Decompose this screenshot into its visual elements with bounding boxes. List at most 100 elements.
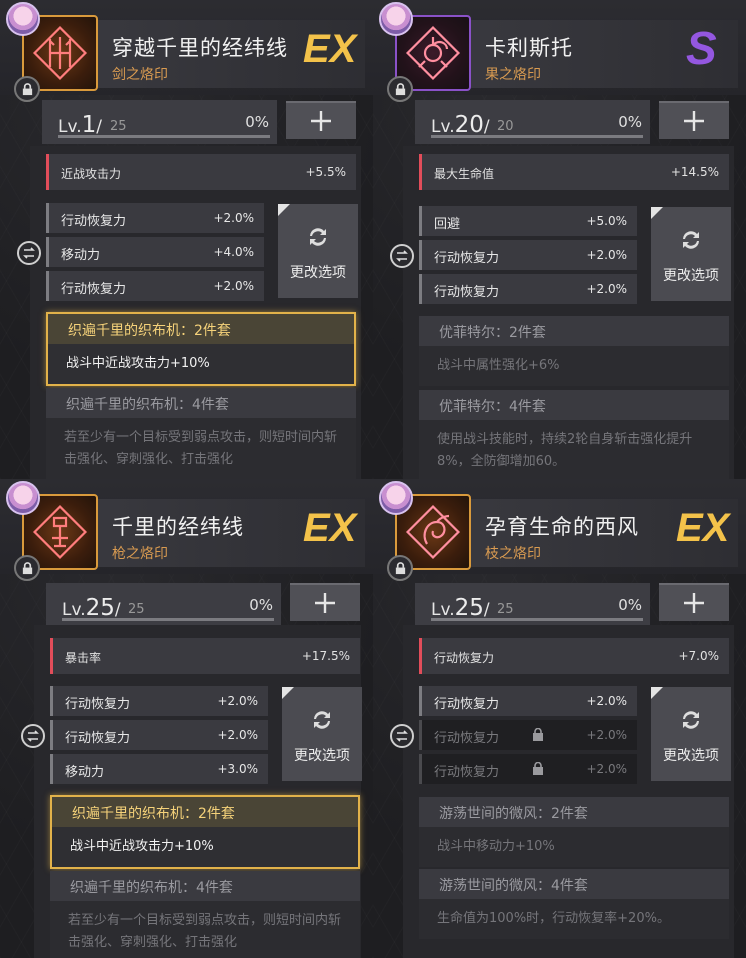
- plus-icon: [684, 111, 704, 131]
- plus-icon: [315, 593, 335, 613]
- set-title: 游荡世间的微风：4件套: [419, 869, 729, 899]
- plus-icon: [311, 111, 331, 131]
- set-effect-4pc: 游荡世间的微风：4件套 生命值为100%时，行动恢复率+20%。: [419, 869, 729, 939]
- swap-icon[interactable]: [390, 724, 414, 748]
- character-avatar[interactable]: [379, 481, 413, 515]
- character-avatar[interactable]: [6, 481, 40, 515]
- sub-stat-name: 行动恢复力: [434, 765, 500, 780]
- set-effect-2pc: 优菲特尔：2件套 战斗中属性强化+6%: [419, 316, 729, 386]
- set-effect-4pc: 织遍千里的织布机：4件套 若至少有一个目标受到弱点攻击，则短时间内斩击强化、穿刺强…: [50, 871, 360, 958]
- character-avatar[interactable]: [6, 2, 40, 36]
- main-stat-name: 最大生命值: [434, 167, 495, 181]
- level-row: Lv.20/ 20 0%: [415, 100, 650, 144]
- brand-card-1: 穿越千里的经纬线 剑之烙印 EX Lv.1/ 25 0% 近战攻击力 +5.5% …: [0, 0, 373, 479]
- level-up-button[interactable]: [659, 101, 729, 139]
- lock-icon[interactable]: [14, 555, 40, 581]
- set-title: 优菲特尔：2件套: [419, 316, 729, 346]
- sub-stat-name: 行动恢复力: [65, 697, 131, 712]
- level-percent: 0%: [249, 596, 273, 614]
- rank-ex-icon: EX: [303, 506, 359, 550]
- set-title: 织遍千里的织布机：2件套: [48, 314, 354, 344]
- level-progress-bar: [62, 618, 274, 621]
- set-title: 游荡世间的微风：2件套: [419, 797, 729, 827]
- svg-text:EX: EX: [303, 506, 359, 550]
- level-row: Lv.25/ 25 0%: [415, 583, 650, 627]
- level-progress-bar: [431, 618, 643, 621]
- sub-stat-value: +2.0%: [586, 248, 627, 262]
- level-row: Lv.25/ 25 0%: [46, 583, 281, 627]
- set-title: 织遍千里的织布机：4件套: [50, 871, 360, 901]
- card-title: 孕育生命的西风: [485, 515, 639, 539]
- set-title: 织遍千里的织布机：4件套: [46, 388, 356, 418]
- sub-stat: 行动恢复力 +2.0%: [419, 274, 637, 304]
- main-stat-name: 暴击率: [65, 651, 102, 665]
- main-stat: 最大生命值 +14.5%: [419, 154, 729, 190]
- button-corner: [651, 207, 663, 219]
- sub-stat-name: 移动力: [65, 765, 105, 780]
- sub-stat-name: 行动恢复力: [434, 697, 500, 712]
- lock-icon[interactable]: [387, 76, 413, 102]
- main-stat: 近战攻击力 +5.5%: [46, 154, 356, 190]
- swap-icon[interactable]: [390, 244, 414, 268]
- level-max: 25: [497, 602, 514, 617]
- sub-stat: 行动恢复力 +2.0%: [50, 720, 268, 750]
- sub-stat-value: +2.0%: [217, 728, 258, 742]
- set-desc: 战斗中近战攻击力+10%: [48, 344, 354, 384]
- svg-text:EX: EX: [303, 27, 359, 71]
- card-title: 卡利斯托: [485, 36, 573, 60]
- set-effect-2pc: 织遍千里的织布机：2件套 战斗中近战攻击力+10%: [46, 312, 356, 386]
- sub-stat-value: +2.0%: [217, 694, 258, 708]
- rank-ex-icon: EX: [303, 27, 359, 71]
- brand-card-4: 孕育生命的西风 枝之烙印 EX Lv.25/ 25 0% 行动恢复力 +7.0% …: [373, 479, 746, 958]
- set-effect-4pc: 优菲特尔：4件套 使用战斗技能时，持续2轮自身斩击强化提升8%，全防御增加60。: [419, 390, 729, 479]
- sub-stat-value: +2.0%: [586, 762, 627, 776]
- change-options-button[interactable]: 更改选项: [278, 204, 358, 298]
- main-stat: 暴击率 +17.5%: [50, 638, 360, 674]
- change-options-label: 更改选项: [294, 748, 350, 764]
- change-options-label: 更改选项: [663, 748, 719, 764]
- level-percent: 0%: [618, 596, 642, 614]
- swap-icon[interactable]: [17, 241, 41, 265]
- level-max: 20: [497, 119, 514, 134]
- level-percent: 0%: [618, 113, 642, 131]
- sub-stat-locked: 行动恢复力 +2.0%: [419, 720, 637, 750]
- level-up-button[interactable]: [290, 583, 360, 621]
- plus-icon: [684, 593, 704, 613]
- change-options-button[interactable]: 更改选项: [282, 687, 362, 781]
- sub-stat-value: +2.0%: [213, 211, 254, 225]
- sub-stat-value: +3.0%: [217, 762, 258, 776]
- sub-stat: 移动力 +4.0%: [46, 237, 264, 267]
- button-corner: [651, 687, 663, 699]
- level-percent: 0%: [245, 113, 269, 131]
- sub-stat: 回避 +5.0%: [419, 206, 637, 236]
- change-options-button[interactable]: 更改选项: [651, 207, 731, 301]
- sub-stat-name: 行动恢复力: [434, 731, 500, 746]
- character-avatar[interactable]: [379, 2, 413, 36]
- svg-text:S: S: [686, 22, 717, 72]
- level-progress-bar: [58, 135, 270, 138]
- button-corner: [278, 204, 290, 216]
- set-title: 优菲特尔：4件套: [419, 390, 729, 420]
- change-options-button[interactable]: 更改选项: [651, 687, 731, 781]
- sub-stat-name: 回避: [434, 217, 461, 232]
- refresh-icon: [310, 228, 326, 246]
- main-stat-value: +5.5%: [305, 165, 346, 179]
- set-effect-2pc: 织遍千里的织布机：2件套 战斗中近战攻击力+10%: [50, 795, 360, 869]
- sub-stat-value: +5.0%: [586, 214, 627, 228]
- sub-stat-value: +4.0%: [213, 245, 254, 259]
- level-row: Lv.1/ 25 0%: [42, 100, 277, 144]
- lock-icon: [533, 728, 543, 741]
- lock-icon[interactable]: [387, 555, 413, 581]
- set-desc: 若至少有一个目标受到弱点攻击，则短时间内斩击强化、穿刺强化、打击强化: [50, 901, 360, 958]
- refresh-icon: [683, 711, 699, 729]
- main-stat-name: 近战攻击力: [61, 167, 122, 181]
- level-max: 25: [110, 119, 127, 134]
- svg-text:EX: EX: [676, 506, 732, 550]
- swap-icon[interactable]: [21, 724, 45, 748]
- main-stat-value: +7.0%: [678, 649, 719, 663]
- lock-icon[interactable]: [14, 76, 40, 102]
- level-up-button[interactable]: [286, 101, 356, 139]
- sub-stat-name: 行动恢复力: [61, 214, 127, 229]
- level-up-button[interactable]: [659, 583, 729, 621]
- sub-stat-name: 移动力: [61, 248, 101, 263]
